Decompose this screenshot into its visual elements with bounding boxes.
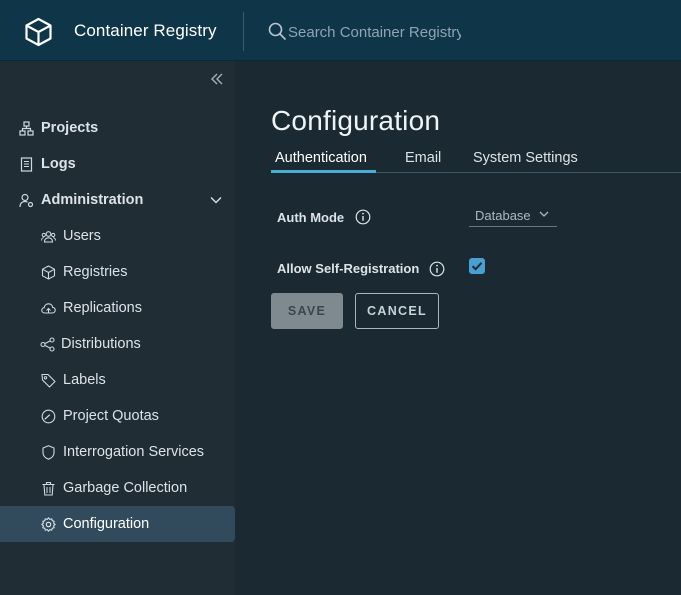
sidebar-item-label: Distributions: [61, 336, 141, 352]
trash-icon: [42, 481, 55, 496]
info-icon[interactable]: [429, 261, 445, 277]
logs-icon: [20, 156, 33, 172]
auth-mode-value: Database: [475, 208, 531, 223]
sidebar-item-label: Garbage Collection: [63, 480, 188, 496]
sidebar-item-label: Registries: [63, 264, 128, 280]
sidebar-item-label: Project Quotas: [63, 408, 159, 424]
sidebar-item-label: Labels: [63, 372, 106, 388]
active-tab-indicator: [271, 170, 376, 173]
sidebar-item-configuration[interactable]: Configuration: [0, 506, 235, 542]
tab-bar: Authentication Email System Settings: [271, 144, 681, 173]
registries-icon: [41, 264, 56, 280]
replications-icon: [41, 302, 56, 314]
gear-icon: [41, 516, 56, 532]
sidebar-item-label: Interrogation Services: [63, 444, 205, 460]
users-icon: [41, 230, 56, 243]
administration-icon: [19, 193, 34, 207]
main-content: Configuration Authentication Email Syste…: [235, 61, 681, 595]
self-registration-checkbox[interactable]: [469, 258, 485, 274]
sidebar-item-administration[interactable]: Administration: [0, 182, 235, 218]
sidebar-item-label: Projects: [41, 120, 99, 136]
header-divider: [243, 12, 244, 51]
cancel-button[interactable]: CANCEL: [355, 293, 439, 329]
info-icon[interactable]: [355, 209, 371, 225]
self-registration-label: Allow Self-Registration: [277, 261, 420, 276]
labels-icon: [41, 373, 56, 388]
interrogation-services-icon: [42, 444, 55, 460]
sidebar-item-distributions[interactable]: Distributions: [0, 326, 235, 362]
projects-icon: [19, 120, 34, 136]
tab-authentication[interactable]: Authentication: [275, 150, 367, 166]
checkmark-icon: [471, 262, 483, 271]
search-input[interactable]: [288, 22, 461, 42]
sidebar: Projects Logs Administration Users Regis…: [0, 61, 235, 595]
project-quotas-icon: [41, 409, 56, 423]
sidebar-item-label: Configuration: [63, 516, 150, 532]
sidebar-item-labels[interactable]: Labels: [0, 362, 235, 398]
sidebar-item-registries[interactable]: Registries: [0, 254, 235, 290]
distributions-icon: [40, 336, 55, 352]
sidebar-item-project-quotas[interactable]: Project Quotas: [0, 398, 235, 434]
collapse-sidebar-icon[interactable]: [208, 70, 226, 88]
tab-system-settings[interactable]: System Settings: [473, 150, 578, 166]
chevron-down-icon[interactable]: [210, 195, 222, 205]
sidebar-item-garbage-collection[interactable]: Garbage Collection: [0, 470, 235, 506]
sidebar-item-label: Replications: [63, 300, 142, 316]
sidebar-item-label: Users: [63, 228, 101, 244]
chevron-down-icon: [539, 211, 549, 217]
page-title: Configuration: [271, 105, 441, 136]
search-icon: [268, 22, 286, 40]
sidebar-item-projects[interactable]: Projects: [0, 110, 235, 146]
sidebar-item-label: Logs: [41, 156, 76, 172]
sidebar-item-replications[interactable]: Replications: [0, 290, 235, 326]
auth-mode-label: Auth Mode: [277, 210, 345, 225]
logo-cube-icon[interactable]: [24, 17, 53, 47]
sidebar-item-logs[interactable]: Logs: [0, 146, 235, 182]
sidebar-item-users[interactable]: Users: [0, 218, 235, 254]
auth-mode-select[interactable]: Database: [469, 204, 557, 227]
app-title[interactable]: Container Registry: [74, 21, 217, 41]
top-header: Container Registry: [0, 0, 681, 61]
tab-email[interactable]: Email: [405, 150, 441, 166]
sidebar-item-interrogation-services[interactable]: Interrogation Services: [0, 434, 235, 470]
sidebar-item-label: Administration: [41, 192, 144, 208]
save-button[interactable]: SAVE: [271, 293, 343, 329]
